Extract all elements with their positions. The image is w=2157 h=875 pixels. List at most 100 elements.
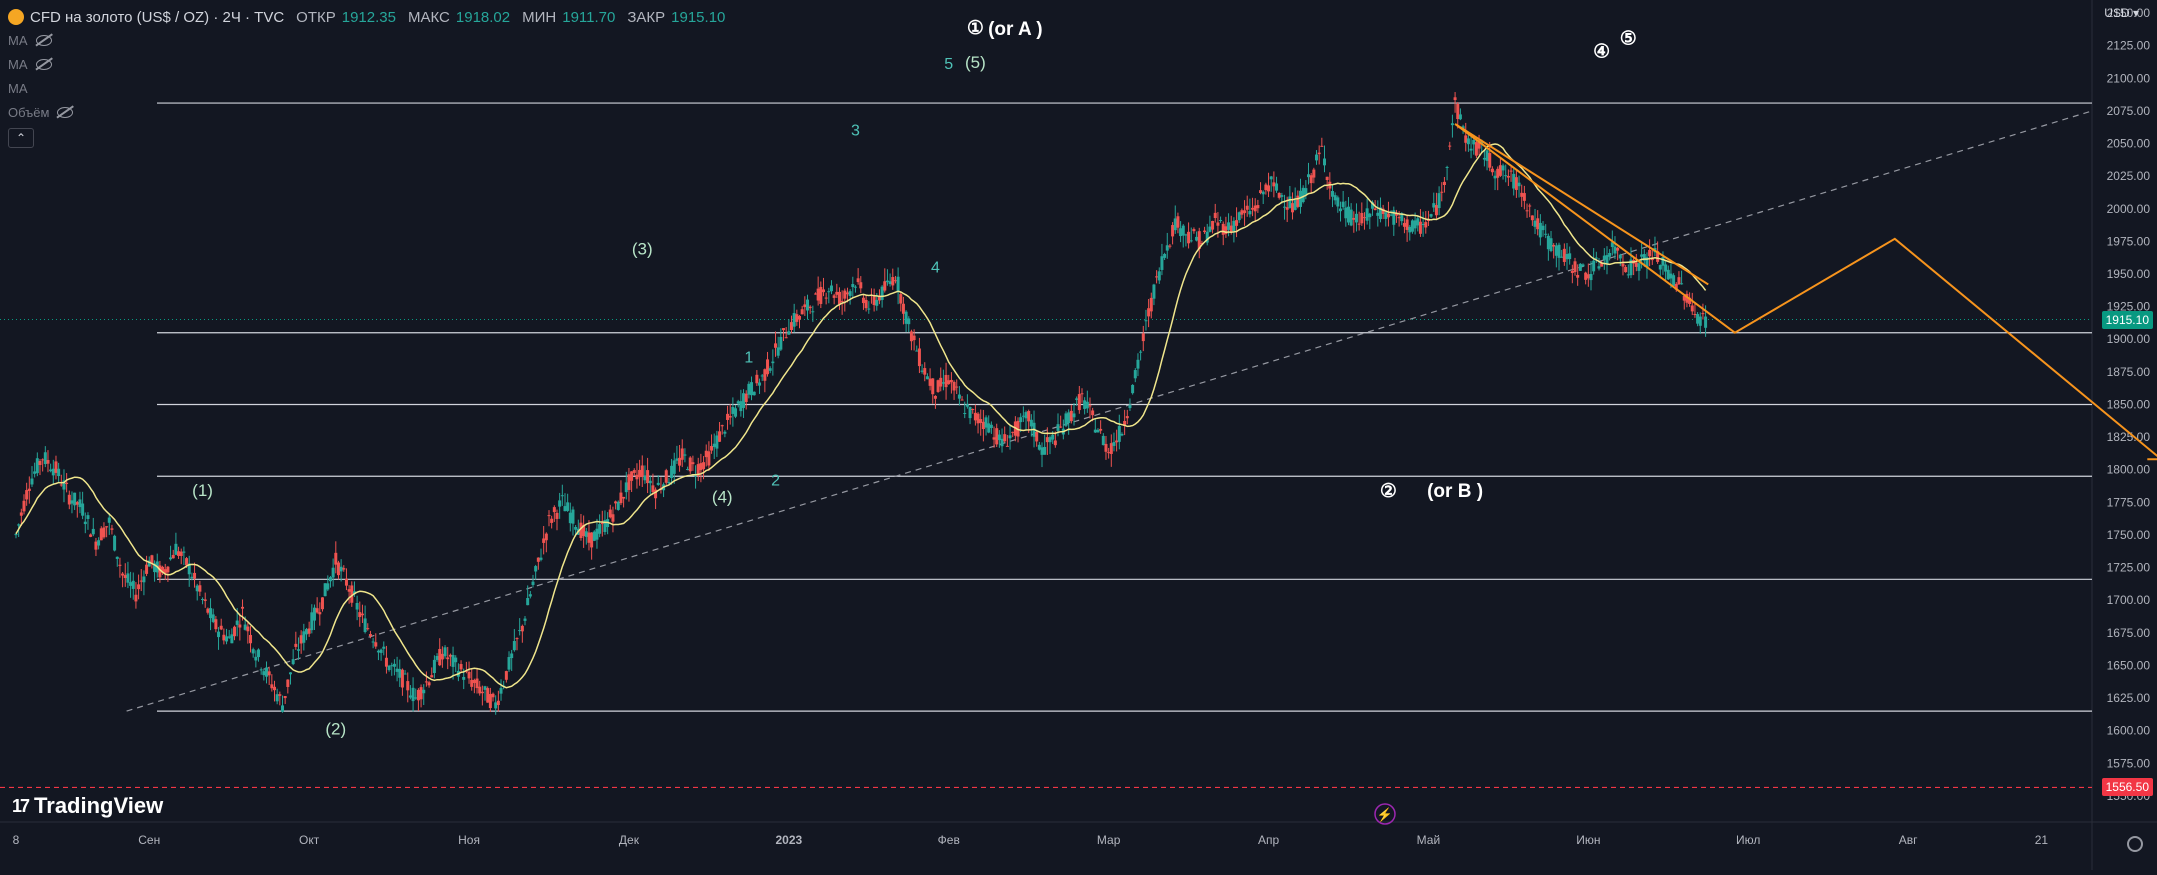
candle-body	[960, 399, 964, 401]
candle-body	[1680, 283, 1684, 285]
candle-body	[451, 654, 455, 667]
candle-body	[363, 618, 367, 633]
candle-body	[893, 280, 897, 282]
candle-body	[536, 557, 540, 562]
candle-body	[1648, 249, 1652, 257]
candle-body	[432, 659, 436, 674]
candle-body	[680, 448, 684, 460]
indicator-ma-2[interactable]: MA	[8, 52, 725, 76]
candle-body	[1083, 400, 1087, 409]
candle-body	[233, 626, 237, 637]
candle-body	[608, 509, 612, 518]
candle-body	[150, 555, 154, 564]
candle-body	[707, 451, 711, 466]
candle-body	[51, 468, 55, 476]
collapse-legend-button[interactable]: ⌃	[8, 128, 34, 148]
settings-gear-icon[interactable]	[2127, 836, 2143, 852]
candle-body	[1344, 207, 1348, 219]
candle-body	[265, 667, 269, 677]
candle-body	[1125, 416, 1129, 419]
candle-body	[318, 612, 322, 615]
candle-body	[1421, 223, 1425, 225]
candle-body	[411, 687, 415, 702]
tradingview-logo[interactable]: 17 TradingView	[12, 793, 163, 819]
candle-body	[856, 278, 860, 283]
candle-body	[1357, 223, 1361, 225]
y-tick-label: 1700.00	[2107, 593, 2151, 607]
candle-body	[416, 689, 420, 701]
candle-body	[435, 655, 439, 660]
x-tick-label: Июн	[1576, 833, 1600, 847]
candle-body	[427, 682, 431, 686]
candle-body	[1085, 401, 1089, 409]
candle-body	[667, 481, 671, 484]
candle-body	[280, 705, 284, 712]
candle-body	[251, 649, 255, 654]
wave-label: 3	[851, 123, 860, 140]
y-tick-label: 2125.00	[2107, 39, 2151, 53]
candle-body	[243, 624, 247, 630]
candle-body	[283, 696, 287, 699]
indicator-ma-3[interactable]: MA	[8, 76, 725, 100]
y-tick-label: 1875.00	[2107, 365, 2151, 379]
candle-body	[790, 322, 794, 331]
wave-label: 1	[744, 350, 753, 367]
candle-body	[648, 480, 652, 484]
candle-body	[1325, 176, 1329, 181]
candle-body	[294, 643, 298, 647]
candle-body	[1586, 274, 1590, 279]
candle-body	[952, 381, 956, 391]
candle-body	[550, 518, 554, 523]
alert-price-tag[interactable]: 1556.50	[2101, 778, 2153, 797]
candle-body	[1397, 217, 1401, 219]
candle-body	[1096, 429, 1100, 433]
candle-body	[374, 642, 378, 647]
candle-body	[1466, 138, 1470, 145]
candle-body	[1640, 254, 1644, 257]
candle-body	[909, 331, 913, 342]
hidden-eye-icon[interactable]	[35, 34, 52, 46]
indicator-volume[interactable]: Объём	[8, 100, 725, 124]
candle-body	[896, 276, 900, 292]
symbol-row[interactable]: CFD на золото (US$ / OZ) · 2Ч · TVC ОТКР…	[8, 6, 725, 28]
candle-body	[235, 620, 239, 625]
candle-body	[419, 687, 423, 700]
candle-body	[33, 471, 37, 474]
candle-body	[382, 646, 386, 649]
candle-body	[885, 280, 889, 283]
candle-body	[1021, 415, 1025, 417]
candle-body	[1408, 226, 1412, 233]
candle-body	[1701, 313, 1705, 315]
hidden-eye-icon[interactable]	[35, 58, 52, 70]
candle-body	[829, 285, 833, 292]
candle-body	[750, 382, 754, 396]
candle-body	[1091, 410, 1095, 416]
candle-body	[688, 457, 692, 472]
candle-body	[1576, 274, 1580, 278]
candle-body	[1346, 206, 1350, 223]
currency-selector[interactable]: USD ▾	[2104, 6, 2139, 20]
candle-body	[1352, 217, 1356, 220]
candle-body	[1501, 165, 1505, 171]
symbol-title[interactable]: CFD на золото (US$ / OZ) · 2Ч · TVC	[30, 9, 284, 26]
candle-body	[304, 629, 308, 635]
candle-body	[1469, 148, 1473, 151]
candle-body	[331, 567, 335, 578]
candle-body	[907, 318, 911, 325]
candle-body	[312, 607, 316, 621]
candle-body	[1402, 222, 1406, 227]
candle-body	[1187, 231, 1191, 244]
candle-body	[957, 394, 961, 399]
candle-body	[102, 527, 106, 538]
moving-average-line	[15, 143, 1707, 689]
hidden-eye-icon[interactable]	[57, 106, 74, 118]
candle-body	[901, 303, 905, 314]
candle-body	[291, 659, 295, 665]
candle-body	[1704, 316, 1708, 328]
candle-body	[622, 496, 626, 499]
indicator-ma-1[interactable]: MA	[8, 28, 725, 52]
candle-body	[1677, 277, 1681, 285]
candle-body	[1568, 253, 1572, 260]
candle-body	[1504, 175, 1508, 177]
high-label: МАКС	[407, 8, 450, 26]
